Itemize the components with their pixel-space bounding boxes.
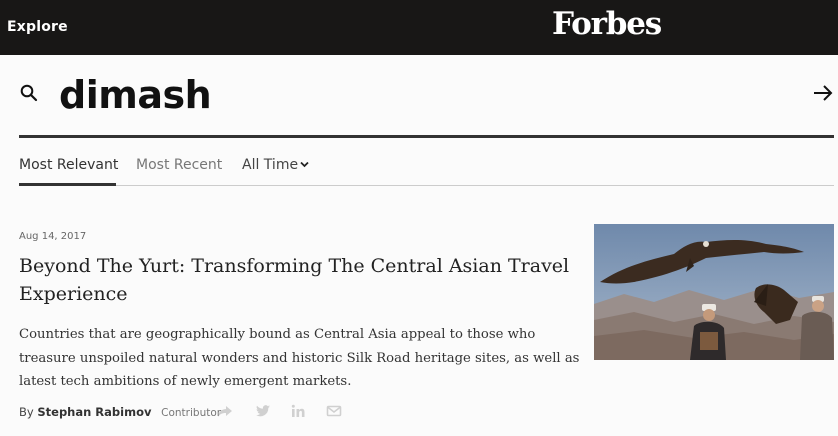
result-title-link[interactable]: Beyond The Yurt: Transforming The Centra… xyxy=(19,252,579,308)
arrow-right-icon[interactable] xyxy=(812,82,834,104)
result-byline: By Stephan Rabimov Contributor xyxy=(19,405,221,419)
tab-most-relevant[interactable]: Most Relevant xyxy=(19,157,118,173)
result-date: Aug 14, 2017 xyxy=(19,231,87,242)
search-bar xyxy=(19,70,834,138)
search-input[interactable] xyxy=(59,70,779,120)
sort-tabs: Most Relevant Most Recent All Time xyxy=(19,150,834,186)
tab-most-recent[interactable]: Most Recent xyxy=(136,157,222,173)
forbes-logo[interactable]: Forbes xyxy=(552,6,662,42)
by-label: By xyxy=(19,405,34,419)
explore-menu-button[interactable]: Explore xyxy=(7,19,68,35)
active-tab-indicator xyxy=(19,183,116,186)
share-icon[interactable] xyxy=(217,403,233,419)
chevron-down-icon xyxy=(300,161,309,167)
tab-all-time-label: All Time xyxy=(242,157,299,173)
author-role: Contributor xyxy=(161,407,222,419)
result-description: Countries that are geographically bound … xyxy=(19,327,580,389)
search-icon xyxy=(20,84,38,102)
email-icon[interactable] xyxy=(326,403,342,419)
top-bar: Explore Forbes xyxy=(0,0,838,55)
eagle-hunters-photo[interactable] xyxy=(594,224,834,360)
author-link[interactable]: Stephan Rabimov xyxy=(37,405,151,419)
twitter-icon[interactable] xyxy=(255,403,271,419)
linkedin-icon[interactable] xyxy=(290,403,306,419)
tab-all-time[interactable]: All Time xyxy=(242,157,309,173)
